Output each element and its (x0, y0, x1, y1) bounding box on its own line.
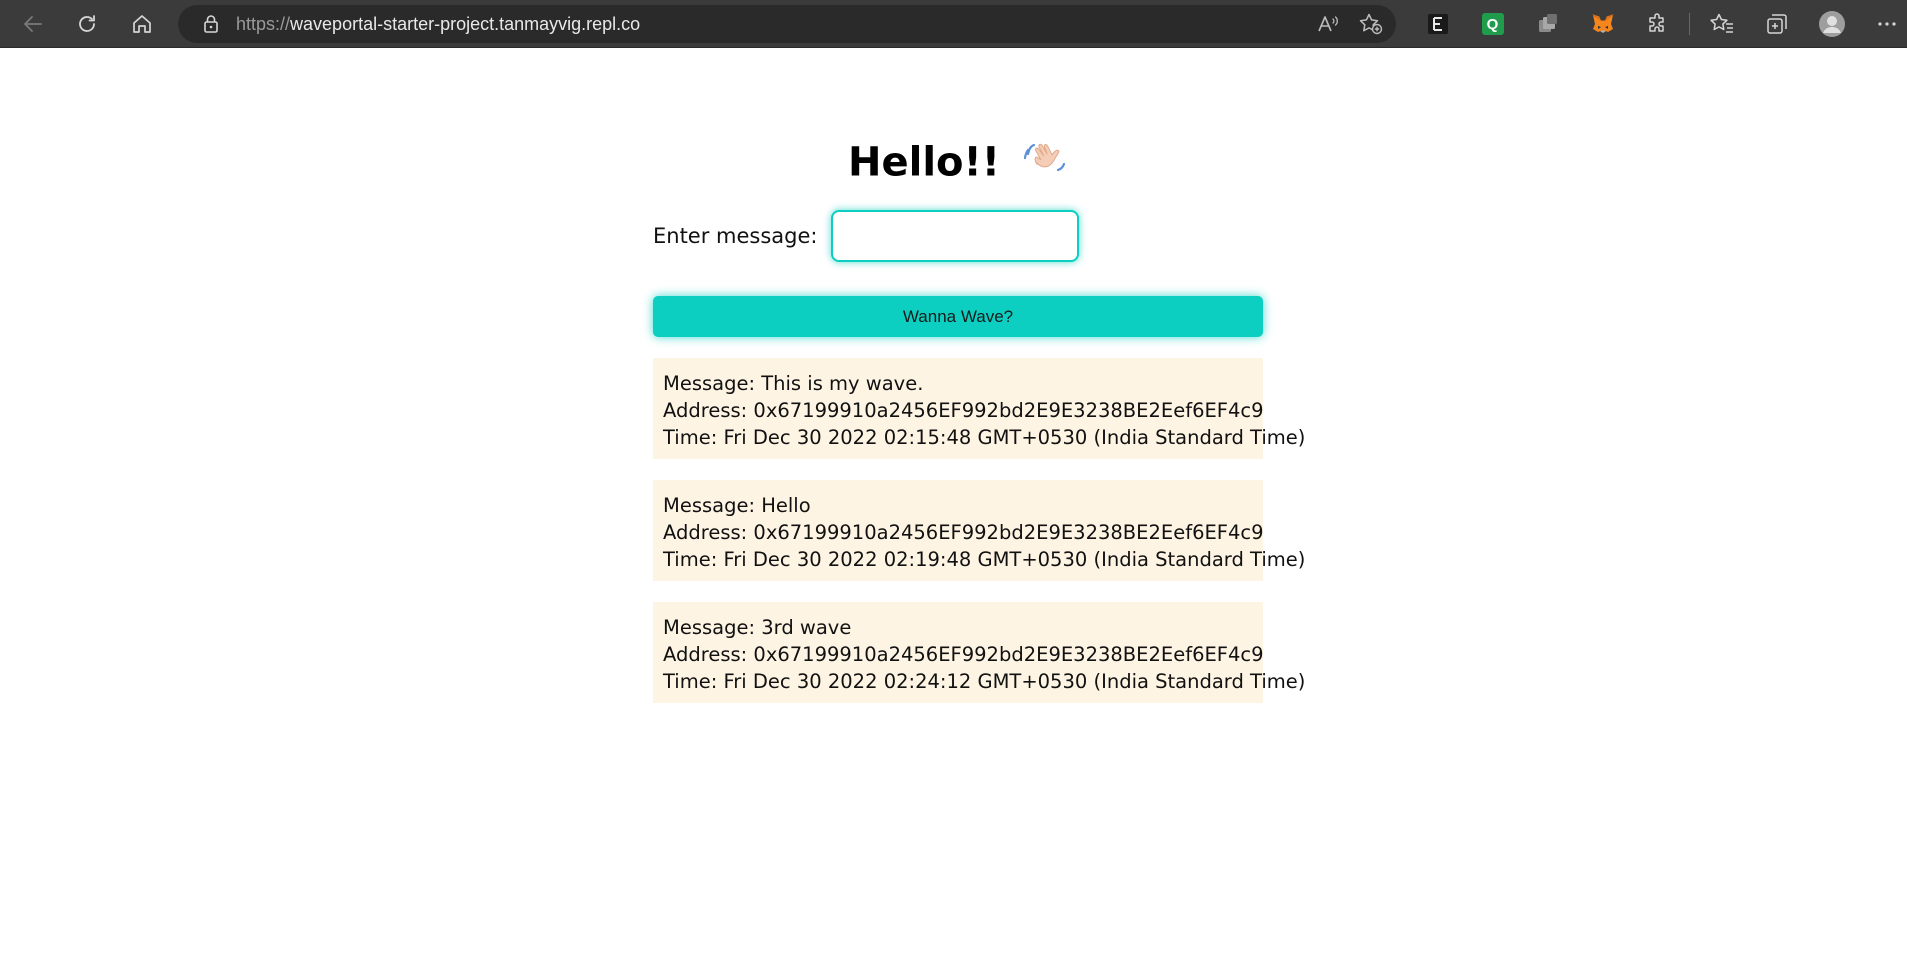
refresh-icon[interactable] (67, 4, 107, 44)
wave-button[interactable]: Wanna Wave? (653, 296, 1263, 337)
wave-address: Address: 0x67199910a2456EF992bd2E9E3238B… (663, 399, 1264, 422)
extension-q-icon[interactable]: Q (1465, 0, 1520, 48)
wave-card: Message: 3rd wave Address: 0x67199910a24… (653, 602, 1306, 703)
url-scheme: https:// (236, 13, 291, 34)
puzzle-extensions-icon[interactable] (1630, 0, 1685, 48)
wave-address: Address: 0x67199910a2456EF992bd2E9E3238B… (663, 643, 1264, 666)
browser-toolbar: https://waveportal-starter-project.tanma… (0, 0, 1907, 48)
address-bar[interactable]: https://waveportal-starter-project.tanma… (178, 5, 1396, 43)
extension-e-icon[interactable] (1410, 0, 1465, 48)
wave-card: Message: This is my wave. Address: 0x671… (653, 358, 1306, 459)
wave-time: Time: Fri Dec 30 2022 02:15:48 GMT+0530 … (663, 426, 1306, 449)
message-input-label: Enter message: (653, 224, 818, 248)
profile-avatar-icon[interactable] (1804, 0, 1859, 48)
page-title: Hello!! (848, 139, 1001, 186)
page-content: Hello!! Enter message: Wanna Wave? Messa… (0, 48, 1907, 967)
favorites-icon[interactable] (1694, 0, 1749, 48)
main-container: Hello!! Enter message: Wanna Wave? Messa… (653, 134, 1306, 724)
message-input[interactable] (830, 210, 1079, 262)
waving-hand-icon (1022, 134, 1068, 195)
wave-time: Time: Fri Dec 30 2022 02:24:12 GMT+0530 … (663, 670, 1306, 693)
page-header: Hello!! (653, 134, 1263, 190)
q-badge: Q (1481, 13, 1504, 35)
add-favorite-icon[interactable] (1358, 12, 1384, 36)
wave-address: Address: 0x67199910a2456EF992bd2E9E3238B… (663, 521, 1264, 544)
toolbar-divider (1689, 13, 1690, 35)
collections-icon[interactable] (1749, 0, 1804, 48)
wave-card: Message: Hello Address: 0x67199910a2456E… (653, 480, 1306, 581)
more-options-icon[interactable] (1859, 0, 1907, 48)
message-input-row: Enter message: (653, 210, 1263, 262)
wave-message: Message: 3rd wave (663, 616, 852, 639)
url-host: waveportal-starter-project.tanmayvig.rep… (290, 13, 641, 34)
lock-icon[interactable] (202, 14, 220, 34)
read-aloud-icon[interactable] (1316, 13, 1340, 35)
metamask-fox-icon[interactable] (1575, 0, 1630, 48)
wave-message: Message: This is my wave. (663, 372, 924, 395)
extensions-toolbar: Q (1410, 0, 1907, 48)
wave-list: Message: This is my wave. Address: 0x671… (653, 358, 1306, 703)
url-text[interactable]: https://waveportal-starter-project.tanma… (236, 14, 640, 35)
back-arrow-icon[interactable] (13, 4, 53, 44)
wave-message: Message: Hello (663, 494, 811, 517)
home-icon[interactable] (122, 4, 162, 44)
wave-time: Time: Fri Dec 30 2022 02:19:48 GMT+0530 … (663, 548, 1306, 571)
extension-stack-icon[interactable] (1520, 0, 1575, 48)
